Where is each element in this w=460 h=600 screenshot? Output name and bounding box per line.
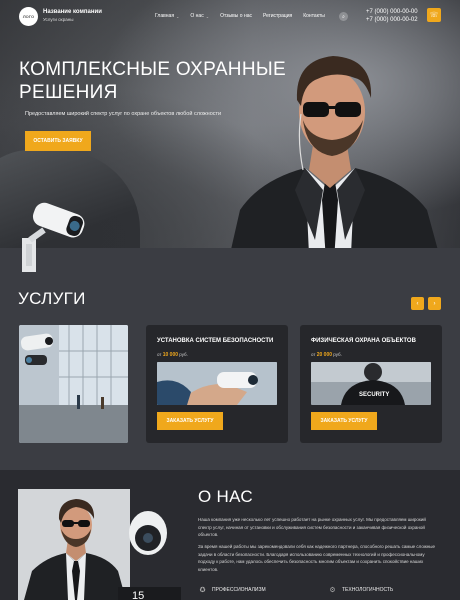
price-value: 10 000 (162, 352, 179, 358)
service-card: Физическая охрана объектов от 20 000 руб… (300, 325, 442, 443)
hero-title-line1: Комплексные охранные (19, 59, 286, 80)
service-price: от 20 000 руб. (311, 352, 342, 358)
phone-1[interactable]: +7 (000) 000-00-00 (366, 8, 418, 16)
stat-value: 15 (132, 590, 145, 600)
security-camera-image (22, 202, 85, 272)
dome-camera-image (129, 511, 167, 555)
leave-request-button[interactable]: Оставить заявку (25, 131, 91, 151)
company-slogan: Услуги охраны (43, 17, 74, 22)
service-title: Установка систем безопасности (157, 338, 274, 344)
phone-icon[interactable]: ☏ (427, 8, 441, 22)
price-prefix: от (157, 352, 162, 357)
about-title: О нас (198, 487, 253, 506)
search-icon[interactable]: ⌕ (339, 12, 348, 21)
hero-subtitle: Предоставляем широкий спектр услуг по ох… (25, 111, 222, 117)
phone-2[interactable]: +7 (000) 000-00-02 (366, 16, 418, 24)
logo[interactable]: ЛОГО (19, 7, 38, 26)
prev-arrow-icon[interactable]: ‹ (411, 297, 424, 310)
service-price: от 10 000 руб. (157, 352, 188, 358)
nav-item-reviews[interactable]: Отзывы о нас (220, 13, 252, 19)
security-badge-text: SECURITY (359, 392, 389, 398)
order-service-button[interactable]: Заказать услугу (311, 412, 377, 430)
site-header: ЛОГО Название компании Услуги охраны Гла… (0, 0, 460, 36)
main-nav: Главная ⌄ О нас ⌄ Отзывы о нас Регистрац… (155, 13, 336, 19)
nav-item-label: Регистрация (263, 13, 293, 19)
company-info: Название компании Услуги охраны (43, 9, 102, 22)
nav-item-label: Главная (155, 13, 175, 19)
company-name: Название компании (43, 9, 102, 15)
nav-item-label: Отзывы о нас (220, 13, 252, 19)
nav-item-contacts[interactable]: Контакты (303, 13, 325, 19)
feature-label: Профессионализм (212, 586, 266, 593)
order-service-button[interactable]: Заказать услугу (157, 412, 223, 430)
service-photo-cameras (19, 325, 128, 443)
about-paragraph-1: Наша компания уже несколько лет успешно … (198, 517, 426, 537)
nav-item-about[interactable]: О нас ⌄ (190, 13, 209, 19)
price-unit: руб. (333, 352, 342, 357)
about-paragraph-2: За время нашей работы мы зарекомендовали… (198, 544, 436, 572)
experience-stat: 15 (118, 587, 181, 600)
feature-technology: ⚙ Технологичность (328, 585, 393, 594)
services-title: Услуги (18, 289, 86, 308)
hero-section: ЛОГО Название компании Услуги охраны Гла… (0, 0, 460, 276)
feature-label: Технологичность (342, 586, 394, 593)
nav-item-home[interactable]: Главная ⌄ (155, 13, 179, 19)
price-unit: руб. (179, 352, 188, 357)
hero-title-line2: решения (19, 82, 118, 103)
service-image-installation (157, 362, 277, 405)
about-guard-photo (18, 489, 130, 600)
nav-item-label: Контакты (303, 13, 325, 19)
chip-icon: ⚙ (329, 586, 336, 594)
feature-professionalism: ✪ Профессионализм (198, 585, 266, 594)
service-image-guard: SECURITY (311, 362, 431, 405)
chevron-down-icon: ⌄ (176, 13, 180, 19)
services-section: Услуги ‹ › Установка систем безопасности… (0, 276, 460, 470)
nav-item-label: О нас (190, 13, 204, 19)
chevron-down-icon: ⌄ (205, 13, 210, 19)
medal-icon: ✪ (199, 586, 206, 594)
hero-title: Комплексные охранные решения (19, 58, 286, 104)
phone-numbers: +7 (000) 000-00-00 +7 (000) 000-00-02 (366, 8, 418, 24)
price-prefix: от (311, 352, 316, 357)
next-arrow-icon[interactable]: › (428, 297, 441, 310)
service-title: Физическая охрана объектов (311, 338, 416, 344)
about-section: 15 О нас Наша компания уже несколько лет… (0, 470, 460, 600)
nav-item-registration[interactable]: Регистрация (263, 13, 292, 19)
price-value: 20 000 (316, 352, 333, 358)
service-card: Установка систем безопасности от 10 000 … (146, 325, 288, 443)
